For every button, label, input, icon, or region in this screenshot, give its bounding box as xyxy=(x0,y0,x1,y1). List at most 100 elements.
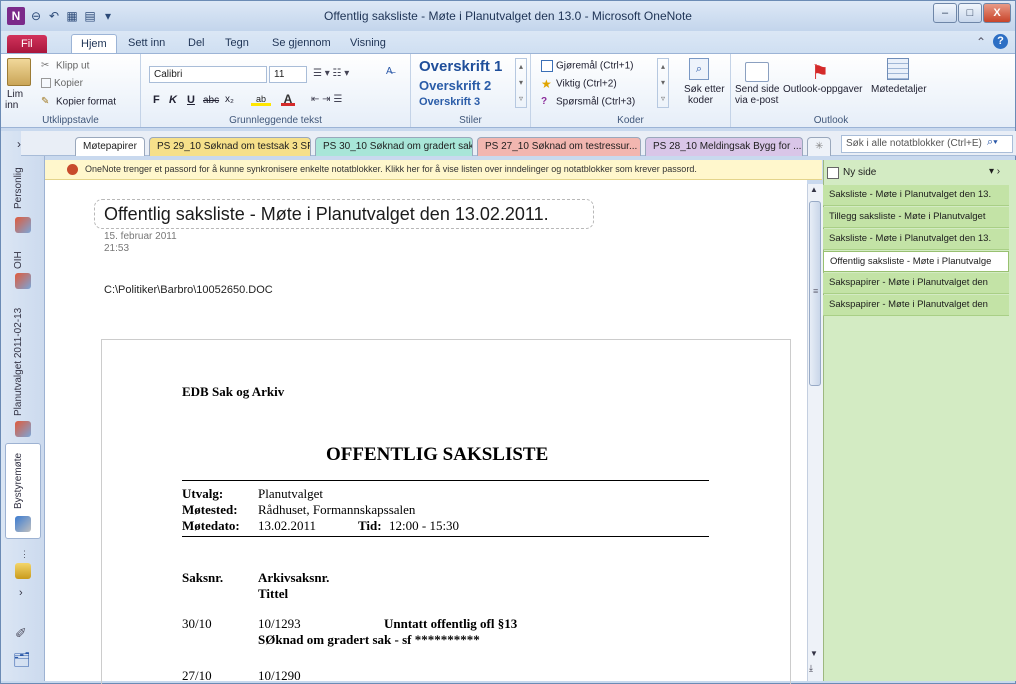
paste-icon[interactable] xyxy=(7,58,31,86)
scroll-down-icon[interactable]: ▼ xyxy=(810,649,818,658)
email-page-icon[interactable] xyxy=(745,62,769,82)
page-list-dropdown-icon[interactable]: ▾ › xyxy=(989,166,1000,177)
close-button[interactable]: X xyxy=(983,3,1011,23)
tab-sett-inn[interactable]: Sett inn xyxy=(119,34,174,53)
motested-label: Møtested: xyxy=(182,502,238,517)
section-tab-label: PS 29_10 Søknad om testsak 3 SF xyxy=(157,141,311,152)
notebook-planutvalget[interactable]: Planutvalget 2011-02-13 xyxy=(13,296,31,416)
styles-scroll-icon[interactable]: ▴ ▾ ▿ xyxy=(515,58,527,108)
underline-button[interactable]: U xyxy=(187,94,195,106)
font-name-combo[interactable]: Calibri xyxy=(149,66,267,83)
sync-password-infobar[interactable]: OneNote trenger et passord for å kunne s… xyxy=(45,160,822,180)
send-page-label-2[interactable]: via e-post xyxy=(735,95,778,106)
doc-rule xyxy=(182,480,709,481)
tab-visning[interactable]: Visning xyxy=(341,34,395,53)
help-icon[interactable]: ? xyxy=(993,34,1008,49)
style-heading-2[interactable]: Overskrift 2 xyxy=(419,78,491,93)
format-painter-icon: ✎ xyxy=(41,96,50,107)
open-notebook-icon[interactable]: 🗂 xyxy=(13,651,31,668)
meeting-details-button[interactable]: Møtedetaljer xyxy=(871,84,927,95)
find-tags-label-2[interactable]: koder xyxy=(688,95,713,106)
notebook-bystyremote[interactable]: Bystyremøte xyxy=(13,449,31,509)
clipboard-group-label: Utklippstavle xyxy=(42,115,99,126)
new-page-icon xyxy=(827,167,839,179)
cut-button[interactable]: Klipp ut xyxy=(56,61,89,72)
strikethrough-button[interactable]: abc xyxy=(203,95,219,106)
clear-format-icon[interactable]: A̶ xyxy=(386,66,393,77)
section-tab-ps29[interactable]: PS 29_10 Søknad om testsak 3 SF xyxy=(149,137,311,156)
scroll-up-icon[interactable]: ▲ xyxy=(810,185,818,194)
new-page-below-icon[interactable]: ⤓ xyxy=(809,663,813,674)
basic-text-group: Calibri 11 ☰ ▾ ☷ ▾ A̶ F K U abc x₂ ab A … xyxy=(141,54,411,127)
notebook-personlig[interactable]: Personlig xyxy=(13,159,31,209)
section-tab-ps30[interactable]: PS 30_10 Søknad om gradert sak xyxy=(315,137,473,156)
warning-icon xyxy=(67,164,78,175)
notebook-sync-icon xyxy=(15,421,31,437)
tab-hjem[interactable]: Hjem xyxy=(71,34,117,53)
format-painter-button[interactable]: Kopier format xyxy=(56,97,116,108)
tab-tegn[interactable]: Tegn xyxy=(216,34,258,53)
row-note: Unntatt offentlig ofl §13 xyxy=(384,616,518,631)
indent-icons[interactable]: ⇤ ⇥ ☰ xyxy=(311,94,342,105)
page-title[interactable]: Offentlig saksliste - Møte i Planutvalge… xyxy=(94,199,594,229)
notebook-pane: › Personlig OIH Planutvalget 2011-02-13 … xyxy=(1,131,45,681)
tags-scroll-icon[interactable]: ▴ ▾ ▿ xyxy=(657,58,669,108)
page-tab[interactable]: Sakspapirer - Møte i Planutvalget den xyxy=(823,295,1009,316)
title-bar: N ⊖ ↶ ▦ ▤ ▾ Offentlig saksliste - Møte i… xyxy=(1,1,1015,31)
page-tab[interactable]: Sakspapirer - Møte i Planutvalget den xyxy=(823,273,1009,294)
new-section-tab-icon[interactable]: ✳ xyxy=(807,137,831,156)
page-tab[interactable]: Saksliste - Møte i Planutvalget den 13. xyxy=(823,229,1009,250)
tid-label: Tid: xyxy=(358,518,382,533)
scissors-icon: ✂ xyxy=(41,60,50,71)
paste-button-label-2[interactable]: inn xyxy=(5,100,18,111)
tag-todo[interactable]: Gjøremål (Ctrl+1) xyxy=(556,61,634,72)
notebook-icon xyxy=(15,516,31,532)
search-icon[interactable]: ⌕▾ xyxy=(987,136,998,149)
more-notebooks-icon[interactable]: ⋮ xyxy=(20,549,29,560)
bold-button[interactable]: F xyxy=(153,94,160,106)
tag-question[interactable]: Spørsmål (Ctrl+3) xyxy=(556,97,635,108)
page-tab[interactable]: Tillegg saksliste - Møte i Planutvalget xyxy=(823,207,1009,228)
style-heading-1[interactable]: Overskrift 1 xyxy=(419,58,502,75)
motested-value: Rådhuset, Formannskapssalen xyxy=(258,502,416,517)
new-page-button[interactable]: Ny side xyxy=(843,167,876,178)
doc-org: EDB Sak og Arkiv xyxy=(182,384,285,399)
notebook-oih[interactable]: OIH xyxy=(13,239,31,269)
section-tab-motepapirer[interactable]: Møtepapirer xyxy=(75,137,145,156)
italic-button[interactable]: K xyxy=(169,94,177,106)
find-tags-icon[interactable]: ⌕ xyxy=(689,58,709,80)
copy-button[interactable]: Kopier xyxy=(54,78,83,89)
section-tab-ps28[interactable]: PS 28_10 Meldingsak Bygg for ... xyxy=(645,137,803,156)
tab-del[interactable]: Del xyxy=(179,34,214,53)
minimize-ribbon-icon[interactable]: ⌃ xyxy=(976,35,986,49)
checkbox-icon xyxy=(541,60,553,72)
page-tab[interactable]: Saksliste - Møte i Planutvalget den 13. xyxy=(823,185,1009,206)
expand-arrow-icon[interactable]: › xyxy=(19,587,23,599)
motedato-label: Møtedato: xyxy=(182,518,240,533)
utvalg-value: Planutvalget xyxy=(258,486,323,501)
find-tags-label[interactable]: Søk etter xyxy=(684,84,725,95)
paste-button-label[interactable]: Lim xyxy=(7,89,23,100)
flag-icon[interactable]: ⚑ xyxy=(811,60,829,85)
outlook-tasks-button[interactable]: Outlook-oppgaver xyxy=(783,84,863,95)
highlight-icon[interactable]: ab xyxy=(251,94,271,106)
pin-icon[interactable]: ✐ xyxy=(15,625,27,642)
section-tab-ps27[interactable]: PS 27_10 Søknad om testressur... xyxy=(477,137,641,156)
tab-fil[interactable]: Fil xyxy=(7,35,47,53)
bullets-icon[interactable]: ☰ ▾ ☷ ▾ xyxy=(313,68,349,79)
tag-important[interactable]: Viktig (Ctrl+2) xyxy=(556,79,617,90)
minimize-button[interactable]: – xyxy=(933,3,957,23)
tab-se-gjennom[interactable]: Se gjennom xyxy=(263,34,340,53)
page-tab-selected[interactable]: Offentlig saksliste - Møte i Planutvalge xyxy=(823,251,1009,272)
font-size-combo[interactable]: 11 xyxy=(269,66,307,83)
unfiled-notes-icon[interactable] xyxy=(15,563,31,579)
style-heading-3[interactable]: Overskrift 3 xyxy=(419,96,480,108)
font-color-icon[interactable]: A xyxy=(281,92,295,106)
send-page-label[interactable]: Send side xyxy=(735,84,779,95)
calendar-icon[interactable] xyxy=(887,58,909,80)
col-saksnr: Saksnr. xyxy=(182,570,224,585)
row-arkivsaksnr: 10/1290 xyxy=(258,668,301,683)
window-title: Offentlig saksliste - Møte i Planutvalge… xyxy=(324,9,692,23)
maximize-button[interactable]: □ xyxy=(958,3,982,23)
subscript-button[interactable]: x₂ xyxy=(225,94,234,105)
